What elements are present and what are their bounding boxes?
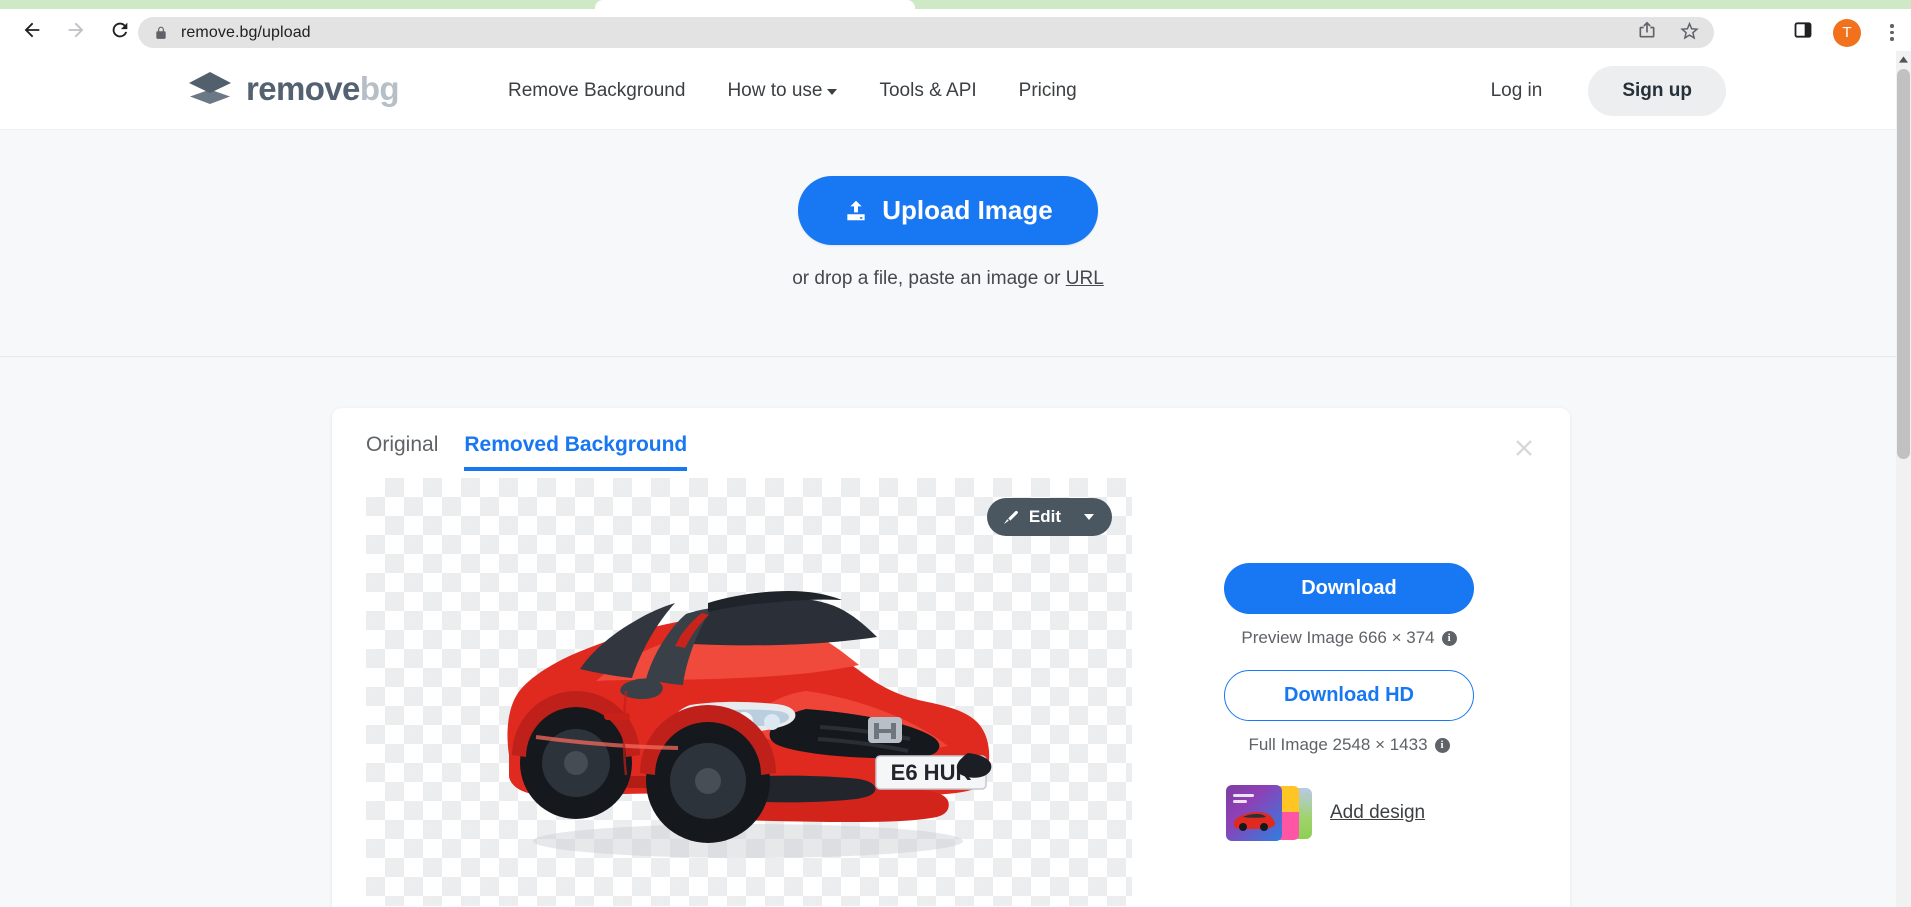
preview-size-text: Preview Image 666 × 374 [1241,628,1435,647]
image-preview: E6 HUK Edit [366,478,1132,906]
download-button[interactable]: Download [1224,563,1474,614]
info-icon[interactable]: i [1434,737,1450,753]
upload-hint: or drop a file, paste an image or URL [792,268,1104,290]
page-viewport: removebg Remove Background How to use To… [0,51,1896,907]
site-logo[interactable]: removebg [187,69,400,109]
signup-button[interactable]: Sign up [1588,65,1726,116]
layers-logo-icon [189,72,231,104]
address-bar[interactable]: remove.bg/upload [138,17,1714,48]
star-icon[interactable] [1679,20,1700,46]
logo-secondary: bg [359,70,400,107]
upload-hint-text: or drop a file, paste an image or [792,268,1066,289]
reload-button[interactable] [98,9,142,51]
lock-icon [154,25,168,41]
nav-label: Pricing [1018,79,1077,101]
preview-size-meta: Preview Image 666 × 374 i [1224,628,1474,648]
nav-label: How to use [727,79,823,101]
site-header: removebg Remove Background How to use To… [0,51,1896,130]
result-tabs: Original Removed Background [366,433,688,471]
omnibox-actions [1637,17,1700,48]
browser-tab-strip [0,0,1911,9]
logo-text: removebg [246,70,400,108]
nav-label: Remove Background [508,79,686,101]
add-design-row[interactable]: Add design [1224,785,1474,841]
upload-image-button[interactable]: Upload Image [798,176,1098,245]
back-arrow-icon [24,22,40,38]
url-text: remove.bg/upload [181,23,311,41]
full-size-text: Full Image 2548 × 1433 [1248,735,1428,754]
download-actions: Download Preview Image 666 × 374 i Downl… [1224,563,1474,841]
close-icon [1516,440,1532,456]
chevron-down-icon[interactable] [1084,514,1094,520]
avatar[interactable]: T [1833,18,1861,47]
nav-item-how-to-use[interactable]: How to use [706,80,858,102]
upload-hero: Upload Image or drop a file, paste an im… [0,130,1896,357]
upload-icon [847,200,865,220]
tab-removed-background[interactable]: Removed Background [464,433,688,471]
download-hd-button[interactable]: Download HD [1224,670,1474,721]
add-design-link[interactable]: Add design [1330,802,1425,824]
full-size-meta: Full Image 2548 × 1433 i [1224,735,1474,755]
login-link[interactable]: Log in [1491,80,1589,102]
nav-item-tools-api[interactable]: Tools & API [858,80,997,102]
upload-button-label: Upload Image [882,195,1053,225]
active-browser-tab[interactable] [595,0,915,9]
scrollbar-thumb[interactable] [1897,69,1910,459]
header-right: Log in Sign up [1491,51,1726,130]
edit-button[interactable]: Edit [986,498,1112,536]
mini-car-icon [1233,812,1275,831]
edit-button-label: Edit [1028,507,1061,526]
nav-item-pricing[interactable]: Pricing [998,80,1098,102]
browser-nav-buttons [10,9,142,51]
design-templates-icon [1226,785,1316,841]
main-nav: Remove Background How to use Tools & API… [487,51,1098,130]
close-button[interactable] [1508,432,1540,464]
scroll-up-arrow-icon[interactable] [1896,51,1911,67]
logo-primary: remove [246,70,360,107]
tab-original[interactable]: Original [366,433,438,471]
nav-label: Tools & API [879,79,977,101]
chevron-down-icon [827,89,838,95]
forward-arrow-icon [68,22,84,38]
side-panel-icon[interactable] [1793,20,1813,45]
three-dot-menu-icon[interactable] [1881,24,1903,41]
reload-icon [112,22,128,38]
back-button[interactable] [10,9,54,51]
share-icon[interactable] [1637,20,1657,45]
browser-toolbar-right: T [1793,17,1903,48]
page-scrollbar[interactable] [1896,51,1911,907]
info-icon[interactable]: i [1441,630,1457,646]
nav-item-remove-background[interactable]: Remove Background [487,80,706,102]
car-image: E6 HUK [507,591,992,858]
forward-button[interactable] [54,9,98,51]
url-link[interactable]: URL [1066,268,1104,289]
brush-icon [1003,510,1018,524]
